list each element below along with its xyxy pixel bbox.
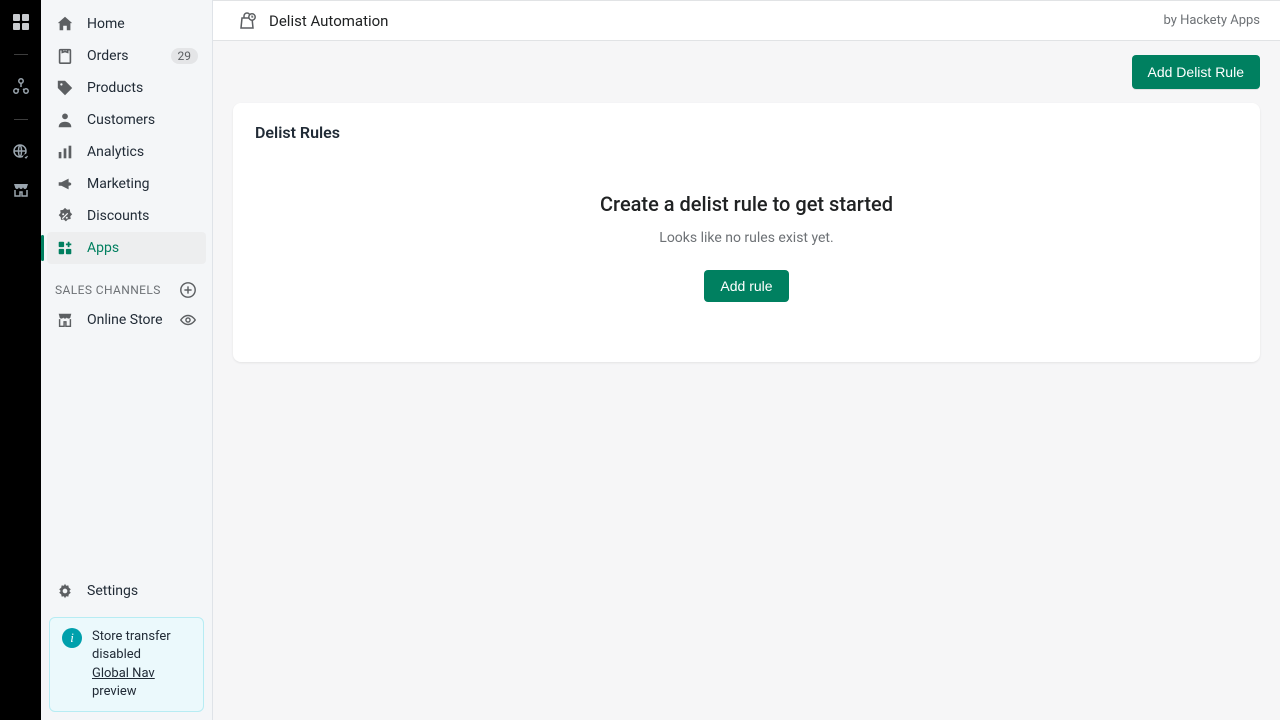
sidebar-item-apps[interactable]: Apps (47, 232, 206, 264)
banner-suffix: preview (92, 684, 137, 699)
gear-icon (55, 581, 75, 601)
sidebar-item-analytics[interactable]: Analytics (47, 136, 206, 168)
sidebar-item-home[interactable]: Home (47, 8, 206, 40)
molecule-icon[interactable] (11, 77, 31, 97)
info-banner: i Store transfer disabled Global Nav pre… (49, 617, 204, 712)
sidebar-item-discounts[interactable]: Discounts (47, 200, 206, 232)
nav-primary: Home Orders 29 Products Customers (41, 0, 212, 264)
sidebar-item-label: Customers (87, 112, 198, 128)
banner-link[interactable]: Global Nav (92, 666, 155, 681)
customers-icon (55, 110, 75, 130)
empty-heading: Create a delist rule to get started (255, 192, 1238, 216)
globe-icon[interactable] (11, 142, 31, 162)
sidebar-item-label: Analytics (87, 144, 198, 160)
rail-separator (14, 119, 28, 120)
channel-label: Online Store (87, 312, 178, 328)
app-bag-icon (237, 11, 257, 31)
delist-rules-card: Delist Rules Create a delist rule to get… (233, 103, 1260, 362)
empty-state: Create a delist rule to get started Look… (255, 192, 1238, 302)
add-delist-rule-button[interactable]: Add Delist Rule (1132, 55, 1261, 89)
sidebar: Home Orders 29 Products Customers (41, 0, 213, 720)
channel-online-store[interactable]: Online Store (47, 304, 206, 336)
orders-badge: 29 (171, 48, 199, 64)
sidebar-item-label: Home (87, 16, 198, 32)
sidebar-footer: Settings i Store transfer disabled Globa… (41, 573, 212, 720)
sales-channels-header: SALES CHANNELS (41, 264, 212, 304)
sidebar-item-products[interactable]: Products (47, 72, 206, 104)
app-byline: by Hackety Apps (1163, 13, 1260, 28)
sidebar-item-label: Marketing (87, 176, 198, 192)
sidebar-item-label: Orders (87, 48, 171, 64)
sidebar-item-marketing[interactable]: Marketing (47, 168, 206, 200)
sidebar-item-label: Apps (87, 240, 198, 256)
sidebar-item-customers[interactable]: Customers (47, 104, 206, 136)
discounts-icon (55, 206, 75, 226)
card-title: Delist Rules (255, 123, 1238, 142)
sidebar-item-label: Products (87, 80, 198, 96)
main: Delist Automation by Hackety Apps Add De… (213, 0, 1280, 720)
marketing-icon (55, 174, 75, 194)
home-icon (55, 14, 75, 34)
left-rail (0, 0, 41, 720)
add-channel-button[interactable] (178, 280, 198, 300)
sidebar-item-orders[interactable]: Orders 29 (47, 40, 206, 72)
settings-label: Settings (87, 583, 138, 599)
info-icon: i (62, 628, 82, 648)
add-rule-button[interactable]: Add rule (704, 270, 788, 302)
banner-line1: Store transfer disabled (92, 628, 191, 664)
analytics-icon (55, 142, 75, 162)
sidebar-item-settings[interactable]: Settings (41, 573, 212, 609)
apps-icon (55, 238, 75, 258)
section-label: SALES CHANNELS (55, 283, 161, 297)
empty-subtext: Looks like no rules exist yet. (255, 230, 1238, 246)
products-icon (55, 78, 75, 98)
view-store-button[interactable] (178, 310, 198, 330)
rail-separator (14, 54, 28, 55)
content: Add Delist Rule Delist Rules Create a de… (213, 41, 1280, 376)
app-title: Delist Automation (269, 12, 1163, 30)
store-icon (55, 310, 75, 330)
banner-message: Store transfer disabled Global Nav previ… (92, 628, 191, 701)
orders-icon (55, 46, 75, 66)
top-actions: Add Delist Rule (233, 55, 1260, 89)
sidebar-item-label: Discounts (87, 208, 198, 224)
topbar: Delist Automation by Hackety Apps (213, 0, 1280, 41)
dashboard-icon[interactable] (11, 12, 31, 32)
storefront-icon[interactable] (11, 180, 31, 200)
